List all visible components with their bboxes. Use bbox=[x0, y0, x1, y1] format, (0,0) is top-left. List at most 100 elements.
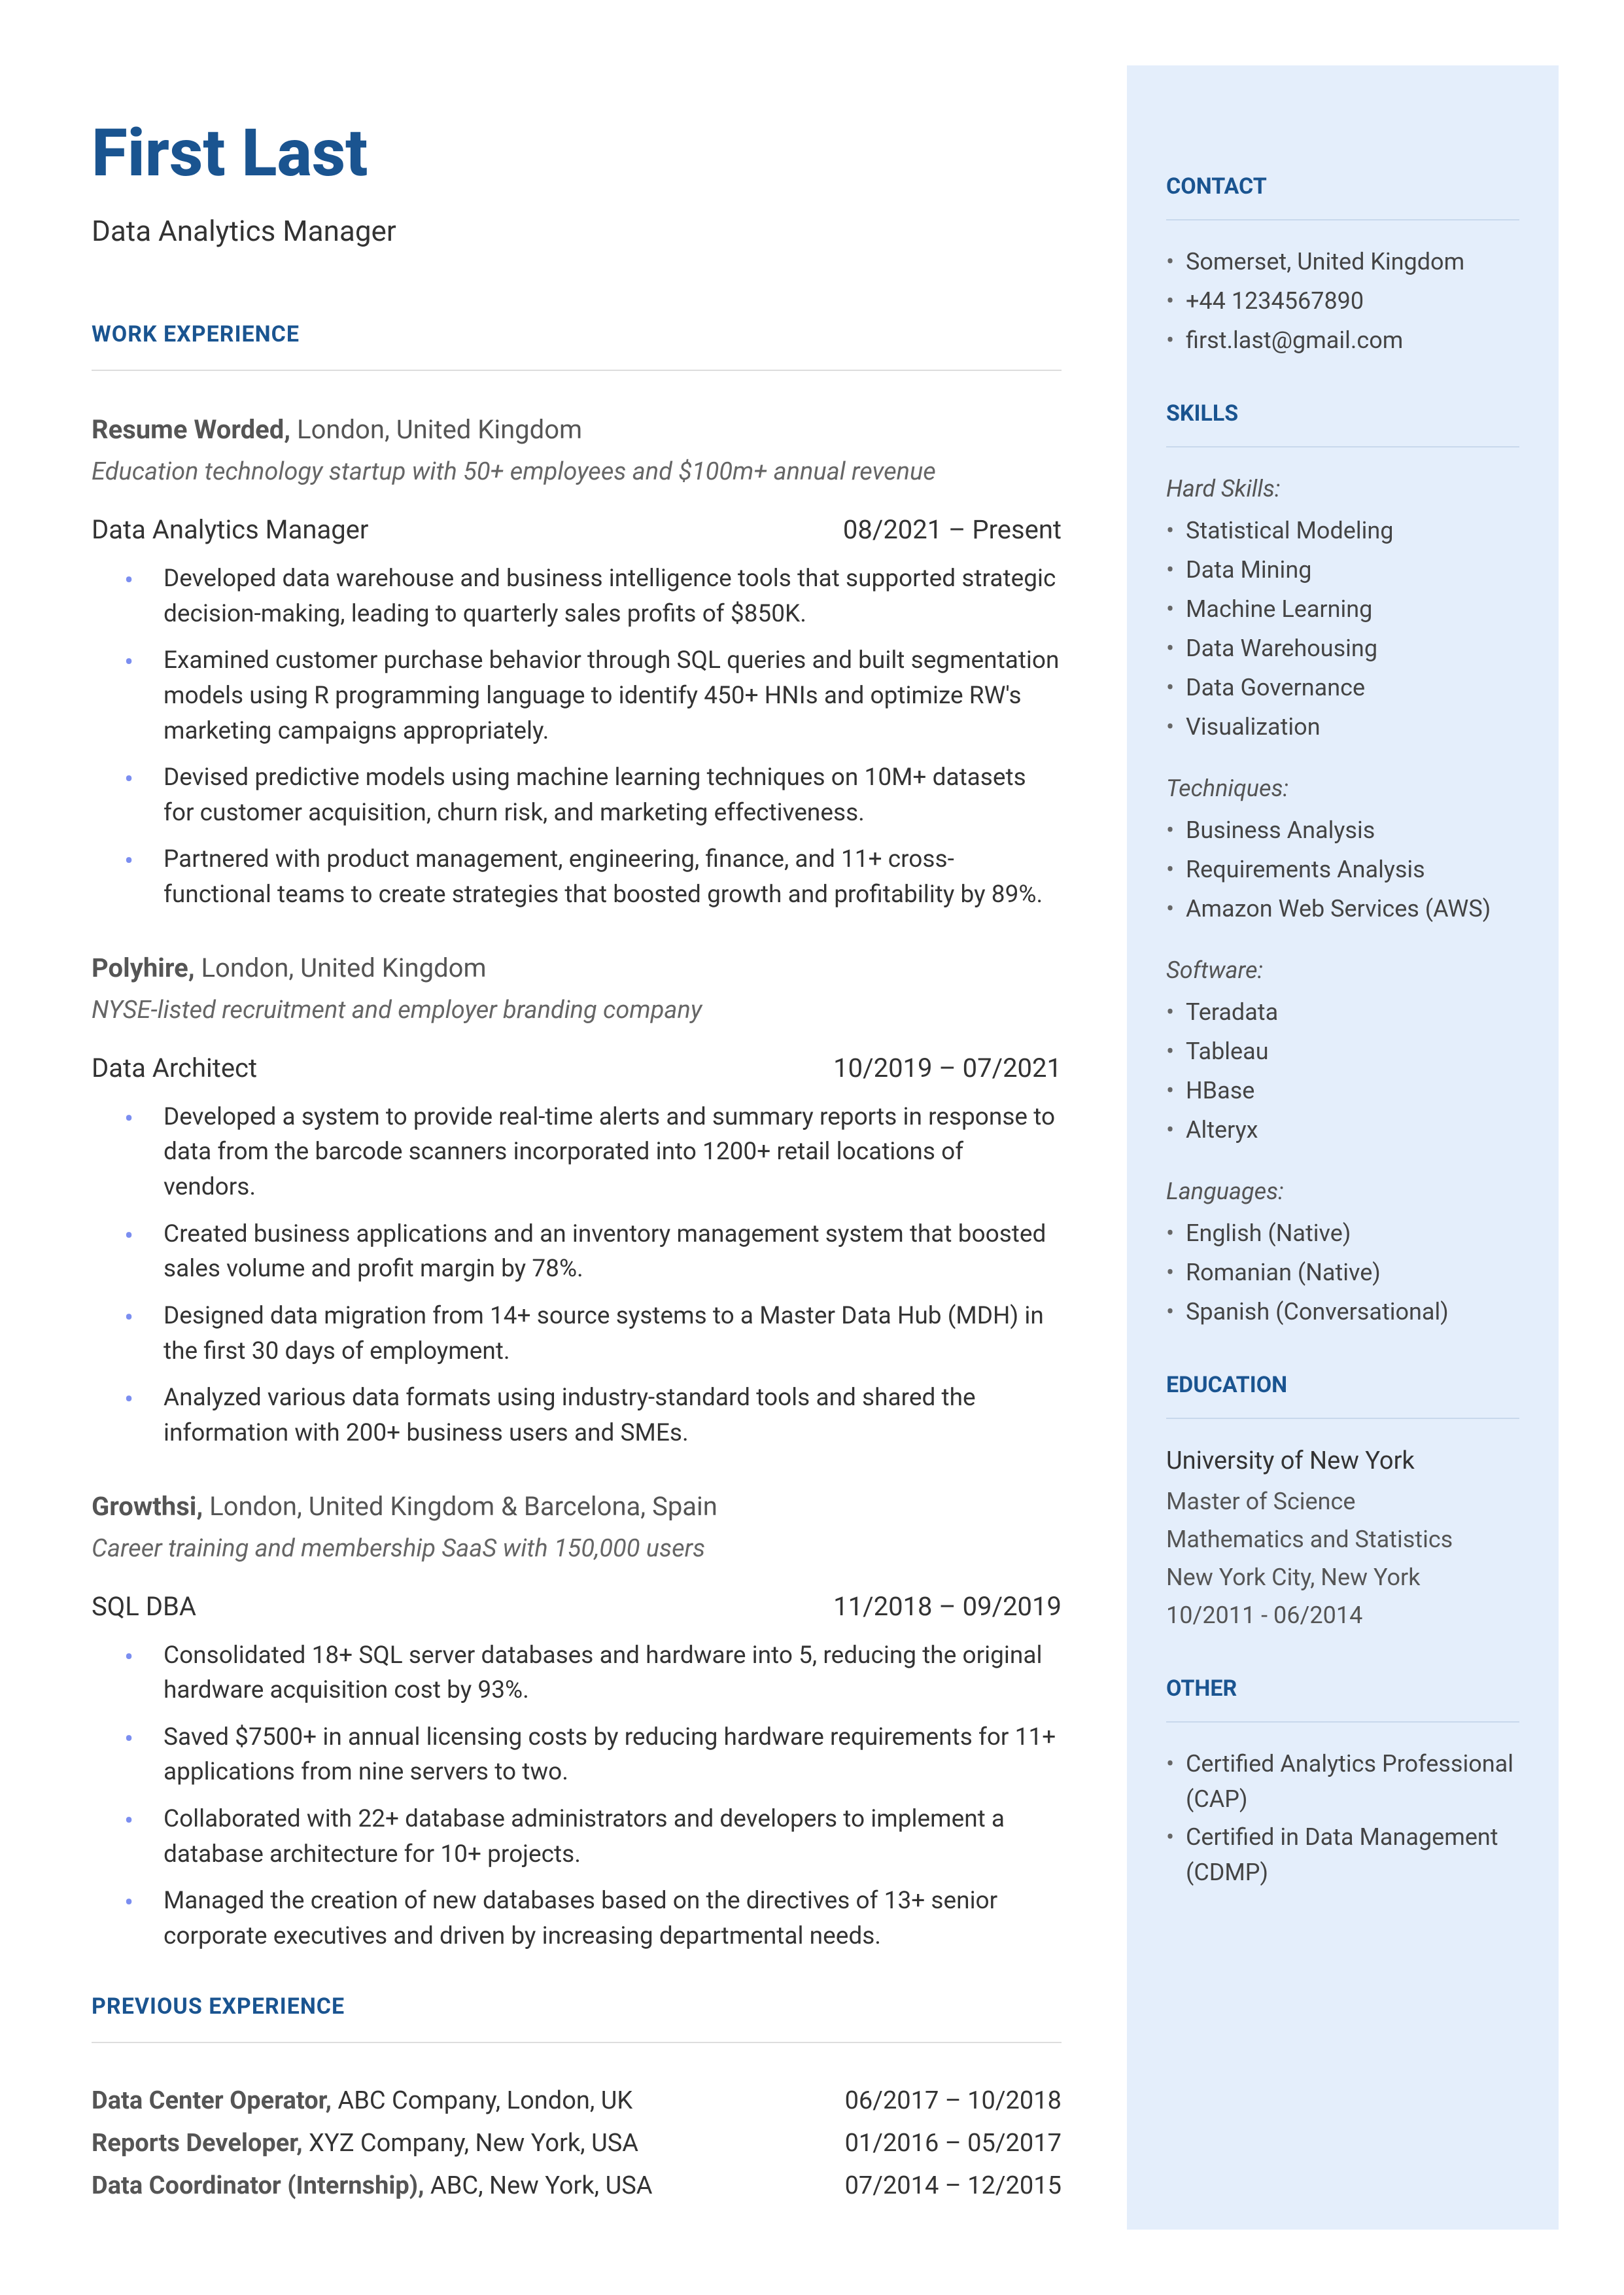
company-location: London, United Kingdom bbox=[290, 414, 582, 445]
company-description: NYSE-listed recruitment and employer bra… bbox=[92, 992, 1062, 1029]
company-location: London, United Kingdom & Barcelona, Spai… bbox=[203, 1491, 717, 1522]
skill-item: English (Native) bbox=[1166, 1216, 1519, 1251]
contact-header: CONTACT bbox=[1166, 170, 1519, 203]
job-bullet: Analyzed various data formats using indu… bbox=[124, 1380, 1062, 1450]
company-line: Resume Worded, London, United Kingdom bbox=[92, 410, 1062, 449]
work-experience-header: WORK EXPERIENCE bbox=[92, 318, 1062, 351]
company-name: Resume Worded, bbox=[92, 414, 290, 445]
role-dates: 10/2019 – 07/2021 bbox=[833, 1049, 1062, 1088]
jobs-list: Resume Worded, London, United Kingdom Edu… bbox=[92, 410, 1062, 1954]
skill-item: Spanish (Conversational) bbox=[1166, 1294, 1519, 1329]
previous-left: Reports Developer, XYZ Company, New York… bbox=[92, 2125, 819, 2162]
previous-left: Data Coordinator (Internship), ABC, New … bbox=[92, 2167, 819, 2205]
previous-role: Data Center Operator, bbox=[92, 2086, 332, 2115]
divider bbox=[1166, 446, 1519, 447]
job-entry: Resume Worded, London, United Kingdom Edu… bbox=[92, 410, 1062, 913]
job-bullet: Saved $7500+ in annual licensing costs b… bbox=[124, 1720, 1062, 1790]
job-bullet: Managed the creation of new databases ba… bbox=[124, 1883, 1062, 1953]
previous-company: ABC Company, London, UK bbox=[332, 2086, 632, 2115]
job-bullets: Developed data warehouse and business in… bbox=[124, 561, 1062, 913]
skill-item: Business Analysis bbox=[1166, 813, 1519, 848]
person-name: First Last bbox=[92, 105, 1062, 203]
previous-role: Data Coordinator (Internship), bbox=[92, 2171, 424, 2200]
software-list: Teradata Tableau HBase Alteryx bbox=[1166, 994, 1519, 1148]
divider bbox=[92, 370, 1062, 371]
contact-item: +44 1234567890 bbox=[1166, 283, 1519, 319]
previous-company: ABC, New York, USA bbox=[424, 2171, 652, 2200]
contact-item: Somerset, United Kingdom bbox=[1166, 244, 1519, 279]
skill-item: Tableau bbox=[1166, 1034, 1519, 1069]
education-field: Mathematics and Statistics bbox=[1166, 1522, 1519, 1557]
company-location: London, United Kingdom bbox=[195, 953, 487, 983]
contact-item: first.last@gmail.com bbox=[1166, 323, 1519, 358]
skill-item: Statistical Modeling bbox=[1166, 513, 1519, 548]
role-row: Data Analytics Manager08/2021 – Present bbox=[92, 510, 1062, 550]
contact-list: Somerset, United Kingdom +44 1234567890 fi… bbox=[1166, 244, 1519, 358]
skill-item: Machine Learning bbox=[1166, 591, 1519, 627]
education-dates: 10/2011 - 06/2014 bbox=[1166, 1598, 1519, 1633]
skill-item: Data Governance bbox=[1166, 670, 1519, 705]
techniques-list: Business Analysis Requirements Analysis Am… bbox=[1166, 813, 1519, 926]
skill-item: Data Warehousing bbox=[1166, 631, 1519, 666]
sidebar: CONTACT Somerset, United Kingdom +44 1234… bbox=[1127, 65, 1559, 2230]
job-bullet: Designed data migration from 14+ source … bbox=[124, 1299, 1062, 1369]
previous-row: Data Coordinator (Internship), ABC, New … bbox=[92, 2167, 1062, 2205]
previous-experience-header: PREVIOUS EXPERIENCE bbox=[92, 1990, 1062, 2023]
other-list: Certified Analytics Professional (CAP)Ce… bbox=[1166, 1746, 1519, 1890]
divider bbox=[92, 2042, 1062, 2043]
job-bullet: Collaborated with 22+ database administr… bbox=[124, 1802, 1062, 1872]
company-description: Education technology startup with 50+ em… bbox=[92, 453, 1062, 491]
previous-company: XYZ Company, New York, USA bbox=[303, 2129, 638, 2158]
job-bullets: Developed a system to provide real-time … bbox=[124, 1100, 1062, 1451]
job-bullet: Partnered with product management, engin… bbox=[124, 842, 1062, 912]
skill-item: Data Mining bbox=[1166, 552, 1519, 587]
skill-item: Teradata bbox=[1166, 994, 1519, 1030]
skill-item: Amazon Web Services (AWS) bbox=[1166, 891, 1519, 926]
job-bullet: Devised predictive models using machine … bbox=[124, 760, 1062, 830]
software-label: Software: bbox=[1166, 953, 1519, 988]
role-title: Data Analytics Manager bbox=[92, 510, 368, 550]
previous-row: Data Center Operator, ABC Company, Londo… bbox=[92, 2082, 1062, 2120]
education-school: University of New York bbox=[1166, 1443, 1519, 1480]
skill-item: Romanian (Native) bbox=[1166, 1255, 1519, 1290]
education-header: EDUCATION bbox=[1166, 1369, 1519, 1402]
previous-dates: 07/2014 – 12/2015 bbox=[819, 2167, 1062, 2205]
languages-label: Languages: bbox=[1166, 1174, 1519, 1209]
company-line: Growthsi, London, United Kingdom & Barce… bbox=[92, 1487, 1062, 1526]
divider bbox=[1166, 1721, 1519, 1723]
previous-role: Reports Developer, bbox=[92, 2129, 303, 2158]
role-row: Data Architect 10/2019 – 07/2021 bbox=[92, 1049, 1062, 1088]
job-bullet: Developed a system to provide real-time … bbox=[124, 1100, 1062, 1205]
previous-dates: 01/2016 – 05/2017 bbox=[819, 2125, 1062, 2162]
job-bullet: Consolidated 18+ SQL server databases an… bbox=[124, 1638, 1062, 1708]
skill-item: Requirements Analysis bbox=[1166, 852, 1519, 887]
company-name: Growthsi, bbox=[92, 1491, 203, 1522]
hard-skills-list: Statistical Modeling Data Mining Machine L… bbox=[1166, 513, 1519, 745]
education-location: New York City, New York bbox=[1166, 1560, 1519, 1595]
education-degree: Master of Science bbox=[1166, 1484, 1519, 1519]
previous-list: Data Center Operator, ABC Company, Londo… bbox=[92, 2082, 1062, 2205]
role-row: SQL DBA11/2018 – 09/2019 bbox=[92, 1587, 1062, 1626]
company-description: Career training and membership SaaS with… bbox=[92, 1530, 1062, 1568]
other-header: OTHER bbox=[1166, 1672, 1519, 1706]
divider bbox=[1166, 219, 1519, 220]
skill-item: Visualization bbox=[1166, 709, 1519, 745]
role-title: SQL DBA bbox=[92, 1587, 196, 1626]
resume-page: First Last Data Analytics Manager WORK E… bbox=[0, 0, 1624, 2295]
other-item: Certified Analytics Professional (CAP) bbox=[1166, 1746, 1519, 1817]
techniques-label: Techniques: bbox=[1166, 771, 1519, 806]
languages-list: English (Native) Romanian (Native) Spanish… bbox=[1166, 1216, 1519, 1329]
job-entry: Growthsi, London, United Kingdom & Barce… bbox=[92, 1487, 1062, 1954]
skill-item: Alteryx bbox=[1166, 1112, 1519, 1148]
main-column: First Last Data Analytics Manager WORK E… bbox=[0, 0, 1127, 2295]
role-title: Data Architect bbox=[92, 1049, 257, 1088]
job-bullet: Created business applications and an inv… bbox=[124, 1217, 1062, 1287]
person-title: Data Analytics Manager bbox=[92, 209, 1062, 253]
company-line: Polyhire, London, United Kingdom bbox=[92, 949, 1062, 988]
previous-left: Data Center Operator, ABC Company, Londo… bbox=[92, 2082, 819, 2120]
previous-row: Reports Developer, XYZ Company, New York… bbox=[92, 2125, 1062, 2162]
previous-dates: 06/2017 – 10/2018 bbox=[819, 2082, 1062, 2120]
company-name: Polyhire, bbox=[92, 953, 195, 983]
skill-item: HBase bbox=[1166, 1073, 1519, 1108]
job-bullet: Examined customer purchase behavior thro… bbox=[124, 643, 1062, 748]
